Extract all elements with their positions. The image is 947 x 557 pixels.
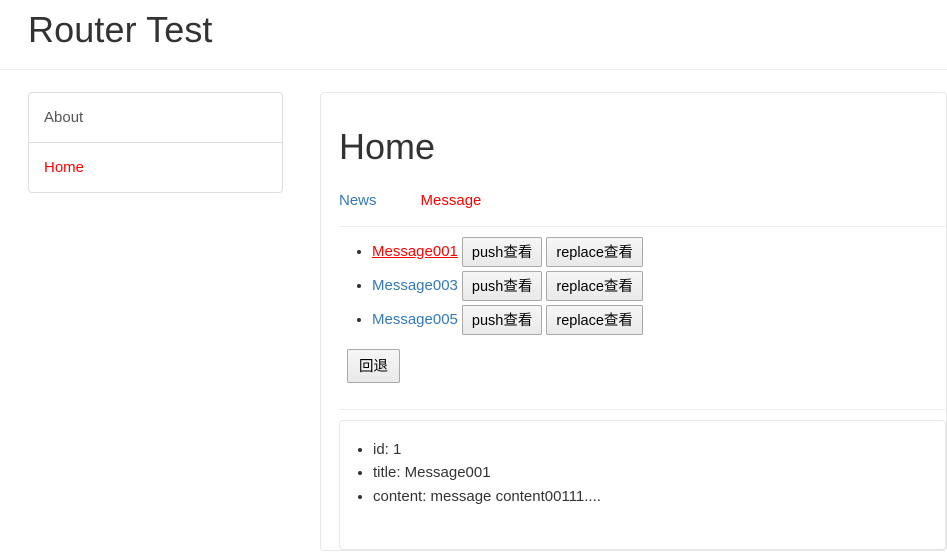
list-item: Message001 push查看 replace查看 bbox=[372, 236, 928, 271]
sidebar-item-label: Home bbox=[44, 159, 85, 177]
replace-view-button[interactable]: replace查看 bbox=[546, 270, 643, 301]
push-view-button[interactable]: push查看 bbox=[461, 304, 543, 335]
page-title: Router Test bbox=[28, 9, 213, 50]
push-view-button[interactable]: push查看 bbox=[461, 270, 543, 301]
tabs-divider bbox=[339, 225, 946, 227]
sidebar-nav: About Home bbox=[28, 91, 283, 194]
detail-title: title: Message001 bbox=[373, 462, 945, 484]
tab-message-link[interactable]: Message bbox=[421, 192, 482, 209]
replace-view-button[interactable]: replace查看 bbox=[546, 236, 643, 267]
tab-news[interactable]: News bbox=[339, 190, 377, 211]
list-item: Message005 push查看 replace查看 bbox=[372, 304, 928, 339]
replace-view-button[interactable]: replace查看 bbox=[546, 304, 643, 335]
list-item: Message003 push查看 replace查看 bbox=[372, 270, 928, 305]
main-panel: Home News Message Message001 push查看 repl… bbox=[320, 91, 947, 551]
route-tabs: News Message bbox=[339, 190, 928, 211]
message-list: Message001 push查看 replace查看 Message003 p… bbox=[339, 236, 928, 339]
tab-news-link[interactable]: News bbox=[339, 192, 377, 209]
detail-content: content: message content00111.... bbox=[373, 486, 945, 508]
message-detail-list: id: 1 title: Message001 content: message… bbox=[340, 439, 945, 508]
main-column: Home News Message Message001 push查看 repl… bbox=[292, 91, 947, 551]
tab-message[interactable]: Message bbox=[421, 190, 482, 211]
message-detail-panel: id: 1 title: Message001 content: message… bbox=[339, 419, 946, 550]
back-button[interactable]: 回退 bbox=[347, 348, 400, 383]
message-row: Message005 push查看 replace查看 bbox=[372, 304, 928, 335]
page-header: Router Test bbox=[0, 0, 947, 70]
message-row: Message003 push查看 replace查看 bbox=[372, 270, 928, 301]
main-title: Home bbox=[339, 125, 436, 167]
sidebar-column: About Home bbox=[0, 91, 292, 194]
detail-id: id: 1 bbox=[373, 439, 945, 461]
message-link[interactable]: Message005 bbox=[372, 311, 458, 329]
message-link[interactable]: Message001 bbox=[372, 243, 458, 261]
message-link[interactable]: Message003 bbox=[372, 277, 458, 295]
sidebar-item-label: About bbox=[44, 108, 84, 126]
sidebar-item-home[interactable]: Home bbox=[28, 142, 283, 194]
message-row: Message001 push查看 replace查看 bbox=[372, 236, 928, 267]
detail-divider bbox=[339, 408, 946, 410]
content-row: About Home Home News Message • Message00… bbox=[0, 70, 947, 551]
push-view-button[interactable]: push查看 bbox=[461, 236, 543, 267]
sidebar-item-about[interactable]: About bbox=[28, 91, 283, 144]
